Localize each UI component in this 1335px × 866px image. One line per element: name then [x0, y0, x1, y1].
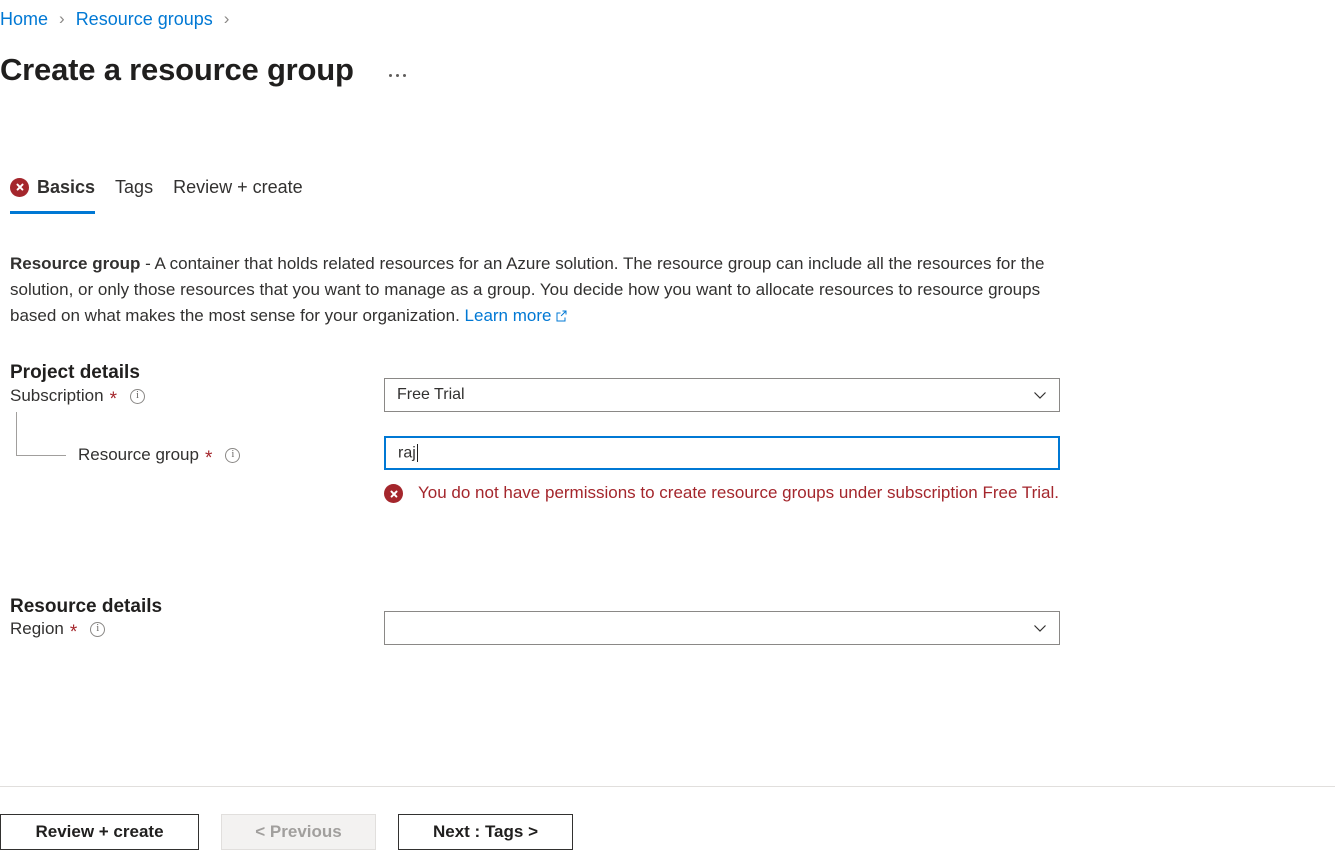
page-title: Create a resource group	[0, 52, 354, 87]
tab-review-create[interactable]: Review + create	[163, 172, 313, 214]
info-icon[interactable]	[129, 388, 145, 404]
section-heading-project-details: Project details	[10, 361, 140, 383]
breadcrumb-separator-icon: ›	[223, 9, 230, 28]
description-text: Resource group - A container that holds …	[10, 251, 1045, 329]
resource-group-error-text: You do not have permissions to create re…	[418, 483, 1059, 502]
text-cursor	[416, 443, 419, 462]
review-create-button[interactable]: Review + create	[0, 814, 199, 850]
previous-button: < Previous	[221, 814, 376, 850]
external-link-icon	[555, 304, 568, 322]
subscription-value: Free Trial	[397, 386, 465, 403]
next-tags-button[interactable]: Next : Tags >	[398, 814, 573, 850]
wizard-tabs: Basics Tags Review + create	[0, 172, 313, 214]
tab-tags[interactable]: Tags	[105, 172, 163, 214]
breadcrumb-separator-icon: ›	[59, 9, 65, 28]
tab-tags-label: Tags	[115, 177, 154, 197]
tab-review-create-label: Review + create	[173, 177, 303, 197]
field-tree-connector	[16, 412, 66, 456]
tab-basics-label: Basics	[37, 177, 96, 197]
error-icon	[10, 177, 29, 197]
footer-divider	[0, 786, 1335, 787]
chevron-down-icon	[1033, 388, 1047, 402]
breadcrumb-item-home[interactable]: Home	[0, 7, 48, 31]
label-subscription-text: Subscription	[10, 386, 104, 405]
description-lead: Resource group	[10, 254, 141, 273]
learn-more-link[interactable]: Learn more	[465, 306, 569, 325]
dot	[395, 73, 399, 77]
label-resource-group-text: Resource group	[78, 445, 199, 464]
footer-actions: Review + create < Previous Next : Tags >	[0, 814, 573, 850]
required-marker: *	[204, 447, 213, 469]
info-icon[interactable]	[225, 447, 241, 463]
dot	[388, 73, 392, 77]
error-icon	[384, 484, 403, 503]
resource-group-text: raj	[398, 444, 416, 462]
dot	[402, 73, 406, 77]
info-icon[interactable]	[90, 621, 106, 637]
tab-basics[interactable]: Basics	[0, 172, 105, 214]
subscription-dropdown[interactable]: Free Trial	[384, 378, 1060, 412]
chevron-down-icon	[1033, 621, 1047, 635]
required-marker: *	[109, 388, 117, 410]
more-options-icon[interactable]	[386, 70, 409, 81]
label-region-text: Region	[10, 619, 64, 638]
learn-more-label: Learn more	[464, 306, 552, 325]
title-row: Create a resource group	[0, 50, 409, 90]
create-resource-group-page: Home › Resource groups › Create a resour…	[0, 0, 1335, 866]
resource-group-value: raj	[398, 443, 1046, 463]
region-dropdown[interactable]	[384, 611, 1060, 645]
label-resource-group: Resource group *	[78, 442, 241, 469]
required-marker: *	[69, 621, 78, 643]
resource-group-error: You do not have permissions to create re…	[384, 480, 1060, 506]
label-region: Region *	[10, 616, 106, 643]
resource-group-input[interactable]: raj	[384, 436, 1060, 470]
label-subscription: Subscription *	[10, 383, 145, 409]
breadcrumb-item-resource-groups[interactable]: Resource groups	[76, 7, 213, 31]
breadcrumb: Home › Resource groups ›	[0, 7, 240, 31]
